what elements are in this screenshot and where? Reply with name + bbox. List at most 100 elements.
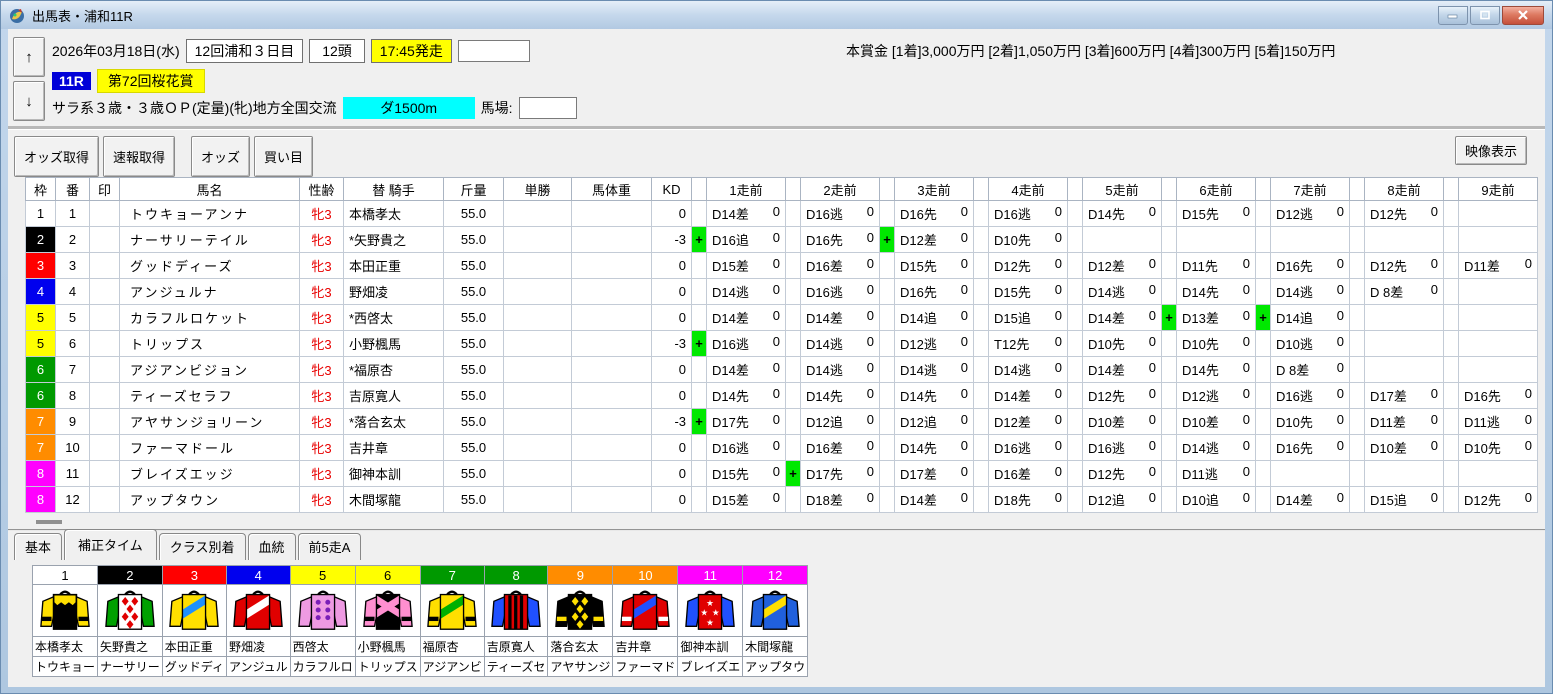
- svg-text:★: ★: [706, 618, 714, 628]
- past-run-cell: D17差 0: [1364, 382, 1444, 409]
- col-header: 枠: [25, 177, 56, 201]
- table-row[interactable]: 6 8 ティーズセラフ 牝3 吉原寛人 55.0 0 D14先 0 D14先 0 D14先 0 D14差 0…: [25, 382, 1538, 409]
- sex-age-cell: 牝3: [299, 252, 344, 279]
- baba-input[interactable]: [518, 97, 577, 119]
- silk-horse-name: ナーサリー: [97, 656, 163, 677]
- past-run-cell: D11差 0: [1364, 408, 1444, 435]
- horse-number-cell: 11: [55, 460, 90, 487]
- tab-補正タイム[interactable]: 補正タイム: [64, 529, 157, 560]
- mark-cell[interactable]: [89, 486, 120, 513]
- past-run-cell: D16先 0: [894, 200, 974, 227]
- mark-cell[interactable]: [89, 278, 120, 305]
- toolbar: オッズ取得 速報取得 オッズ 買い目 映像表示: [8, 129, 1545, 177]
- past-run-cell: D12先 0: [1082, 460, 1162, 487]
- table-row[interactable]: 7 9 アヤサンジョリーン 牝3 *落合玄太 55.0 -3 + D17先 0 D12追 0 D12追 0…: [25, 408, 1538, 435]
- prev-race-button[interactable]: ↑: [13, 37, 45, 77]
- win-odds-cell: [503, 252, 572, 279]
- plus-flag-cell: [973, 278, 989, 305]
- table-row[interactable]: 6 7 アジアンビジョン 牝3 *福原杏 55.0 0 D14差 0 D14逃 0 D14逃 0 D14逃…: [25, 356, 1538, 383]
- plus-col-header: [1349, 177, 1365, 201]
- weight-cell: 55.0: [443, 252, 504, 279]
- body-weight-cell: [571, 304, 652, 331]
- svg-text:★: ★: [706, 599, 714, 609]
- mark-cell[interactable]: [89, 356, 120, 383]
- silks-body: 1 2 3 4 5 6 7 8 9 10 11 12 ★ ★ ★ ★ 本橋孝太 …: [31, 565, 809, 677]
- past-run-cell: D16先 0: [1270, 434, 1350, 461]
- maximize-button[interactable]: [1470, 5, 1500, 25]
- mark-cell[interactable]: [89, 252, 120, 279]
- table-row[interactable]: 2 2 ナーサリーテイル 牝3 *矢野貴之 55.0 -3 + D16追 0 D16先 0 + D12差 0…: [25, 226, 1538, 253]
- tab-クラス別着[interactable]: クラス別着: [158, 533, 246, 560]
- run-col-header: 7走前: [1270, 177, 1350, 201]
- table-row[interactable]: 5 6 トリップス 牝3 小野楓馬 55.0 -3 + D16逃 0 D14逃 0 D12逃 0 T12先 0…: [25, 330, 1538, 357]
- past-run-cell: [1364, 226, 1444, 253]
- table-row[interactable]: 5 5 カラフルロケット 牝3 *西啓太 55.0 0 D14差 0 D14差 0 D14追 0 D15追…: [25, 304, 1538, 331]
- close-button[interactable]: [1502, 5, 1544, 25]
- weight-cell: 55.0: [443, 486, 504, 513]
- mark-cell[interactable]: [89, 304, 120, 331]
- run-col-header: 6走前: [1176, 177, 1256, 201]
- table-row[interactable]: 1 1 トウキョーアンナ 牝3 本橋孝太 55.0 0 D14差 0 D16逃 0 D16先 0 D16逃…: [25, 200, 1538, 227]
- mark-cell[interactable]: [89, 382, 120, 409]
- plus-flag-cell: [1349, 434, 1365, 461]
- waku-cell: 5: [25, 330, 56, 357]
- table-row[interactable]: 4 4 アンジュルナ 牝3 野畑凌 55.0 0 D14逃 0 D16逃 0 D16先 0 D15先 0 D1…: [25, 278, 1538, 305]
- mark-cell[interactable]: [89, 330, 120, 357]
- body-weight-cell: [571, 278, 652, 305]
- plus-flag-cell: [1255, 486, 1271, 513]
- horse-number-cell: 3: [55, 252, 90, 279]
- past-run-cell: D14差 0: [706, 200, 786, 227]
- race-header-panel: ↑ ↓ 2026年03月18日(水) 12回浦和３日目 12頭 17:45発走 …: [8, 29, 1545, 129]
- plus-flag-cell: [1443, 382, 1459, 409]
- odds-button[interactable]: オッズ: [191, 136, 251, 177]
- plus-flag-cell: [785, 252, 801, 279]
- plus-flag-cell: [691, 382, 707, 409]
- weight-cell: 55.0: [443, 434, 504, 461]
- past-run-cell: [1458, 460, 1538, 487]
- plus-flag-cell: [1349, 408, 1365, 435]
- flash-fetch-button[interactable]: 速報取得: [103, 136, 176, 177]
- run-col-header: 2走前: [800, 177, 880, 201]
- weight-cell: 55.0: [443, 278, 504, 305]
- odds-fetch-button[interactable]: オッズ取得: [14, 136, 100, 177]
- tab-前5走A[interactable]: 前5走A: [297, 533, 362, 560]
- horse-number-cell: 7: [55, 356, 90, 383]
- jockey-silk-icon: [742, 584, 809, 637]
- silks-number-row: 1 2 3 4 5 6 7 8 9 10 11 12: [31, 565, 809, 585]
- mark-cell[interactable]: [89, 226, 120, 253]
- plus-flag-cell: [785, 330, 801, 357]
- table-row[interactable]: 8 11 ブレイズエッジ 牝3 御神本訓 55.0 0 D15先 0 + D17先 0 D17差 0 D16…: [25, 460, 1538, 487]
- jockey-cell: 本橋孝太: [343, 200, 444, 227]
- mark-cell[interactable]: [89, 200, 120, 227]
- mark-cell[interactable]: [89, 460, 120, 487]
- plus-col-header: [1067, 177, 1083, 201]
- past-run-cell: D10先 0: [1176, 330, 1256, 357]
- minimize-button[interactable]: [1438, 5, 1468, 25]
- plus-flag-cell: [785, 382, 801, 409]
- silk-jockey-name: 落合玄太: [547, 636, 614, 657]
- table-row[interactable]: 8 12 アップタウン 牝3 木間塚龍 55.0 0 D15差 0 D18差 0 D14差 0 D18先 0…: [25, 486, 1538, 513]
- app-icon: [9, 7, 26, 24]
- past-run-cell: D16逃 0: [988, 200, 1068, 227]
- mark-cell[interactable]: [89, 434, 120, 461]
- next-race-button[interactable]: ↓: [13, 81, 45, 121]
- table-row[interactable]: 7 10 ファーマドール 牝3 吉井章 55.0 0 D16逃 0 D16差 0 D14先 0 D16逃 0…: [25, 434, 1538, 461]
- video-button[interactable]: 映像表示: [1454, 136, 1527, 165]
- past-run-cell: [1270, 460, 1350, 487]
- table-row[interactable]: 3 3 グッドディーズ 牝3 本田正重 55.0 0 D15差 0 D16差 0 D15先 0 D12先 0…: [25, 252, 1538, 279]
- plus-col-header: [1255, 177, 1271, 201]
- race-card-body: 1 1 トウキョーアンナ 牝3 本橋孝太 55.0 0 D14差 0 D16逃 0 D16先 0 D16逃…: [25, 200, 1538, 513]
- memo-input[interactable]: [457, 40, 530, 62]
- race-name-badge: 第72回桜花賞: [96, 69, 205, 93]
- plus-flag-cell: [1067, 226, 1083, 253]
- run-col-header: 3走前: [894, 177, 974, 201]
- horse-number-cell: 10: [55, 434, 90, 461]
- bet-button[interactable]: 買い目: [254, 136, 314, 177]
- body-weight-cell: [571, 486, 652, 513]
- tab-基本[interactable]: 基本: [14, 533, 63, 560]
- mark-cell[interactable]: [89, 408, 120, 435]
- svg-text:★: ★: [712, 609, 720, 619]
- h-scrollbar-thumb[interactable]: [36, 520, 62, 524]
- tab-血統[interactable]: 血統: [247, 533, 296, 560]
- plus-flag-cell: [973, 226, 989, 253]
